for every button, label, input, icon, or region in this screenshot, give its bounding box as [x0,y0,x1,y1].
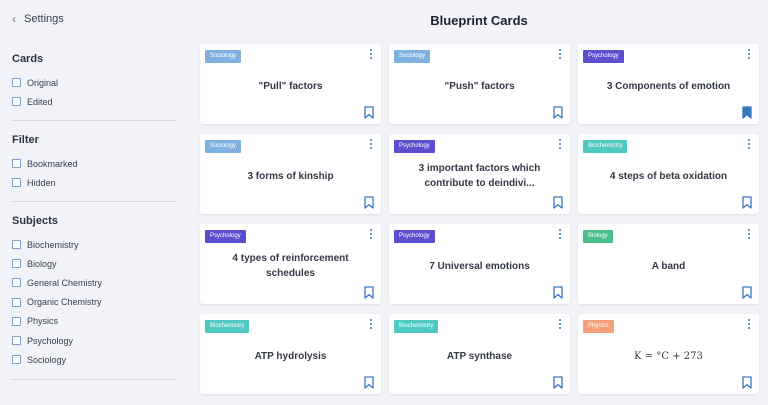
more-options-icon[interactable] [556,318,564,330]
subject-tag: Sociology [205,50,242,63]
subject-tag: Psychology [394,230,435,243]
blueprint-card[interactable]: Physics K = °C + 273 [578,314,759,394]
card-title: 3 important factors which contribute to … [418,163,541,189]
more-options-icon[interactable] [367,138,375,150]
card-title: ATP synthase [446,350,513,362]
option-organic-chemistry[interactable]: Organic Chemistry [12,293,177,312]
card-title: 4 types of reinforcement schedules [232,253,349,279]
section-title-subjects: Subjects [12,215,58,227]
section-divider [12,201,177,202]
more-options-icon[interactable] [745,48,753,60]
bookmark-icon[interactable] [742,376,752,389]
option-biochemistry[interactable]: Biochemistry [12,235,177,254]
card-title: ATP hydrolysis [254,350,327,362]
subject-tag: Psychology [205,230,246,243]
checkbox[interactable] [12,316,21,326]
subject-tag: Sociology [394,50,431,63]
bookmark-icon[interactable] [364,196,374,209]
more-options-icon[interactable] [556,48,564,60]
subject-tag: Sociology [205,140,242,153]
section-title-cards: Cards [12,53,44,65]
more-options-icon[interactable] [367,318,375,330]
subjects-section: Subjects Biochemistry Biology General Ch… [12,215,177,369]
blueprint-card[interactable]: Biochemistry 4 steps of beta oxidation [578,134,759,214]
option-physics[interactable]: Physics [12,312,177,331]
card-title: 7 Universal emotions [429,260,530,272]
more-options-icon[interactable] [556,228,564,240]
bookmark-icon[interactable] [742,286,752,299]
bookmark-icon[interactable] [364,106,374,119]
section-title-filter: Filter [12,134,39,146]
card-title: 4 steps of beta oxidation [609,170,728,182]
option-biology[interactable]: Biology [12,254,177,273]
subject-tag: Psychology [394,140,435,153]
sidebar: ‹ Settings Cards Original Edited Filter … [0,0,190,405]
bookmark-filled-icon[interactable] [742,106,752,119]
more-options-icon[interactable] [367,48,375,60]
option-original[interactable]: Original [12,73,177,92]
blueprint-card[interactable]: Sociology "Pull" factors [200,44,381,124]
option-edited[interactable]: Edited [12,92,177,111]
option-psychology[interactable]: Psychology [12,331,177,350]
bookmark-icon[interactable] [742,196,752,209]
subject-tag: Biochemistry [205,320,250,333]
bookmark-icon[interactable] [553,196,563,209]
subject-tag: Physics [583,320,614,333]
settings-label: Settings [24,13,64,25]
page-title: Blueprint Cards [430,13,528,28]
subject-tag: Biochemistry [583,140,628,153]
section-divider [12,379,177,380]
checkbox[interactable] [12,355,21,365]
card-title: "Pull" factors [258,80,323,92]
card-title: 3 forms of kinship [247,170,334,182]
settings-back-link[interactable]: ‹ Settings [12,13,64,25]
blueprint-card[interactable]: Psychology 3 important factors which cont… [389,134,570,214]
option-hidden[interactable]: Hidden [12,173,177,192]
section-divider [12,120,177,121]
bookmark-icon[interactable] [553,286,563,299]
more-options-icon[interactable] [745,318,753,330]
checkbox[interactable] [12,278,21,288]
subject-tag: Biochemistry [394,320,439,333]
blueprint-card[interactable]: Psychology 3 Components of emotion [578,44,759,124]
blueprint-card[interactable]: Biochemistry ATP hydrolysis [200,314,381,394]
more-options-icon[interactable] [745,138,753,150]
blueprint-card[interactable]: Biochemistry ATP synthase [389,314,570,394]
card-title: "Push" factors [444,80,515,92]
checkbox[interactable] [12,178,21,188]
checkbox[interactable] [12,97,21,107]
checkbox[interactable] [12,78,21,88]
subject-tag: Biology [583,230,613,243]
more-options-icon[interactable] [556,138,564,150]
option-general-chemistry[interactable]: General Chemistry [12,273,177,292]
card-title: A band [651,260,686,272]
more-options-icon[interactable] [367,228,375,240]
bookmark-icon[interactable] [553,106,563,119]
filter-section: Filter Bookmarked Hidden [12,134,177,192]
bookmark-icon[interactable] [553,376,563,389]
checkbox[interactable] [12,336,21,346]
cards-filter-section: Cards Original Edited [12,53,177,111]
more-options-icon[interactable] [745,228,753,240]
subject-tag: Psychology [583,50,624,63]
option-sociology[interactable]: Sociology [12,350,177,369]
bookmark-icon[interactable] [364,376,374,389]
blueprint-card[interactable]: Biology A band [578,224,759,304]
blueprint-card[interactable]: Sociology "Push" factors [389,44,570,124]
card-title: 3 Components of emotion [606,80,731,92]
checkbox[interactable] [12,240,21,250]
blueprint-card[interactable]: Sociology 3 forms of kinship [200,134,381,214]
chevron-left-icon: ‹ [12,12,16,26]
blueprint-card[interactable]: Psychology 7 Universal emotions [389,224,570,304]
card-title: K = °C + 273 [634,350,703,362]
blueprint-card[interactable]: Psychology 4 types of reinforcement sched… [200,224,381,304]
checkbox[interactable] [12,159,21,169]
checkbox[interactable] [12,259,21,269]
bookmark-icon[interactable] [364,286,374,299]
checkbox[interactable] [12,297,21,307]
option-bookmarked[interactable]: Bookmarked [12,154,177,173]
